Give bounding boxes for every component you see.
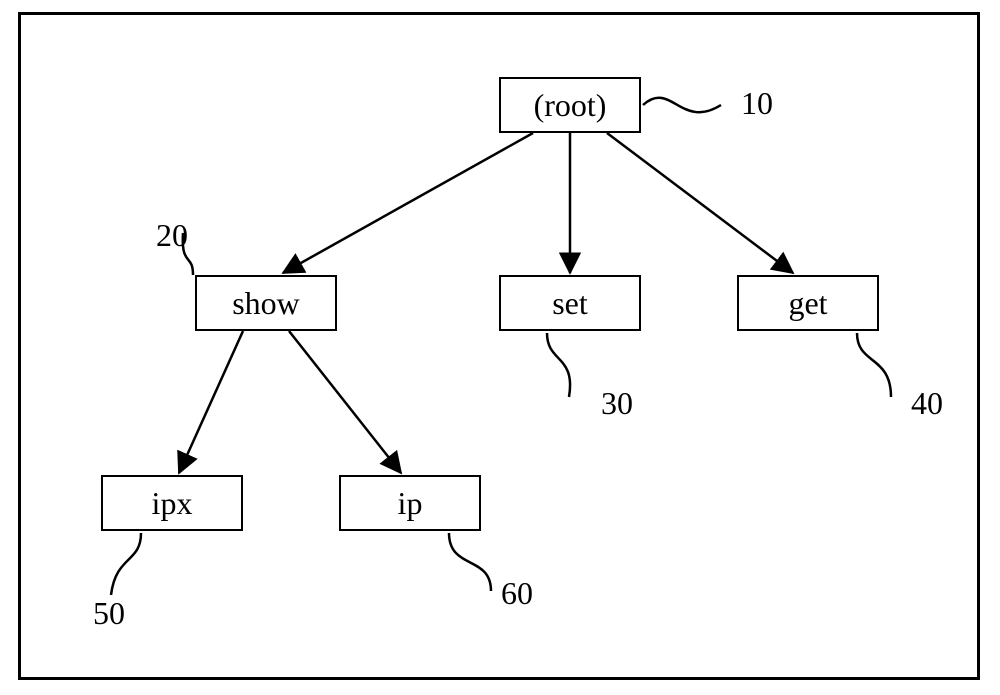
ref-label-ipx: 50 [93, 595, 125, 632]
callout-root [643, 98, 721, 112]
callout-ipx [111, 533, 141, 595]
ref-label-show: 20 [156, 217, 188, 254]
ref-label-root: 10 [741, 85, 773, 122]
edge-show-ip [289, 331, 401, 473]
edge-show-ipx [179, 331, 243, 473]
node-get: get [737, 275, 879, 331]
callout-get [857, 333, 891, 397]
node-set: set [499, 275, 641, 331]
ref-label-set: 30 [601, 385, 633, 422]
node-ipx: ipx [101, 475, 243, 531]
ref-label-get: 40 [911, 385, 943, 422]
node-ip: ip [339, 475, 481, 531]
node-ip-label: ip [398, 485, 423, 522]
node-show: show [195, 275, 337, 331]
node-root: (root) [499, 77, 641, 133]
node-set-label: set [552, 285, 588, 322]
node-get-label: get [788, 285, 827, 322]
callout-ip [449, 533, 491, 591]
edge-root-get [607, 133, 793, 273]
node-ipx-label: ipx [152, 485, 193, 522]
ref-label-ip: 60 [501, 575, 533, 612]
callout-set [547, 333, 570, 397]
diagram-frame: (root) show set get ipx ip 10 20 30 40 5… [18, 12, 980, 680]
node-root-label: (root) [534, 87, 607, 124]
node-show-label: show [232, 285, 300, 322]
edge-root-show [283, 133, 533, 273]
